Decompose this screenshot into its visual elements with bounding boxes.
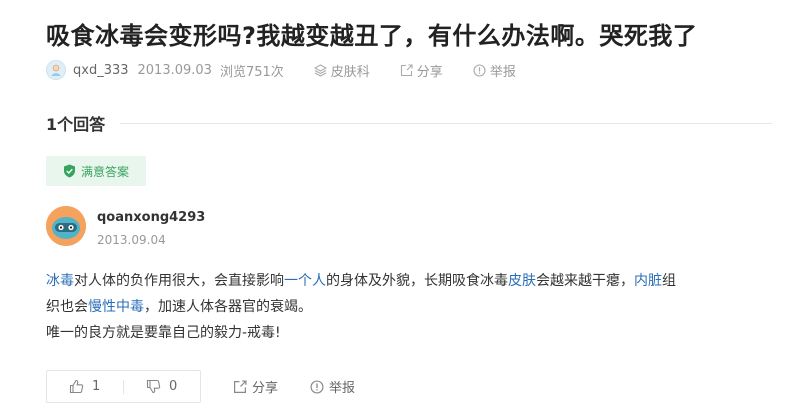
- user-avatar-icon[interactable]: [46, 60, 66, 80]
- text: 织也会: [46, 299, 88, 315]
- answerer-name[interactable]: qoanxong4293: [97, 210, 205, 225]
- divider: [120, 122, 772, 124]
- report-icon: [310, 379, 324, 394]
- downvote-button[interactable]: 0: [124, 379, 200, 394]
- question-meta: qxd_333 2013.09.03 浏览751次 皮肤科 分享 举报: [46, 59, 546, 81]
- category-label: 皮肤科: [330, 64, 370, 80]
- report-button[interactable]: 举报: [473, 61, 516, 80]
- link-neizang[interactable]: 内脏: [634, 273, 662, 289]
- thumb-up-icon: [69, 379, 84, 394]
- link-yigeren[interactable]: 一个人: [284, 273, 326, 289]
- answerer-avatar[interactable]: [46, 206, 86, 246]
- answer-date: 2013.09.04: [97, 233, 166, 247]
- layers-icon: [313, 63, 327, 77]
- answer-report-button[interactable]: 举报: [310, 377, 355, 396]
- question-views: 浏览751次: [219, 64, 284, 80]
- downvote-count: 0: [168, 379, 178, 394]
- share-icon: [400, 63, 413, 76]
- best-answer-badge: 满意答案: [46, 156, 146, 186]
- link-bingdu[interactable]: 冰毒: [46, 273, 74, 289]
- text: 组: [662, 273, 676, 289]
- text: ，加速人体各器官的衰竭。: [144, 299, 312, 315]
- answer-share-button[interactable]: 分享: [233, 377, 278, 396]
- upvote-count: 1: [92, 379, 101, 394]
- text: 会越来越干瘪，: [536, 273, 634, 289]
- answer-share-label: 分享: [252, 381, 279, 396]
- answers-header: 1个回答: [46, 110, 772, 136]
- share-label: 分享: [416, 64, 443, 80]
- upvote-button[interactable]: 1: [47, 379, 123, 394]
- share-icon: [234, 379, 247, 393]
- report-icon: [473, 63, 486, 77]
- question-title: 吸食冰毒会变形吗?我越变越丑了，有什么办法啊。哭死我了: [46, 22, 698, 50]
- answer-line-1: 冰毒对人体的负作用很大，会直接影响一个人的身体及外貌，长期吸食冰毒皮肤会越来越干…: [46, 268, 774, 294]
- report-label: 举报: [489, 64, 516, 80]
- vote-box: 1 0: [46, 370, 201, 403]
- link-manxingzhongdu[interactable]: 慢性中毒: [88, 299, 144, 315]
- category-link[interactable]: 皮肤科: [313, 61, 370, 80]
- answers-count: 1个回答: [46, 115, 106, 134]
- badge-label: 满意答案: [80, 164, 129, 179]
- answer-report-label: 举报: [329, 381, 356, 396]
- thumb-down-icon: [146, 379, 161, 394]
- question-date: 2013.09.03: [137, 62, 212, 78]
- text: 对人体的负作用很大，会直接影响: [74, 273, 284, 289]
- answer-line-2: 织也会慢性中毒，加速人体各器官的衰竭。: [46, 294, 774, 320]
- answer-actions: 1 0 分享 举报: [46, 370, 355, 403]
- answer-content: 冰毒对人体的负作用很大，会直接影响一个人的身体及外貌，长期吸食冰毒皮肤会越来越干…: [46, 268, 774, 346]
- link-pifu[interactable]: 皮肤: [508, 273, 536, 289]
- shield-check-icon: [63, 164, 75, 178]
- answer-line-3: 唯一的良方就是要靠自己的毅力-戒毒!: [46, 325, 281, 341]
- text: 的身体及外貌，长期吸食冰毒: [326, 273, 508, 289]
- share-button[interactable]: 分享: [400, 61, 443, 80]
- question-author[interactable]: qxd_333: [73, 63, 129, 78]
